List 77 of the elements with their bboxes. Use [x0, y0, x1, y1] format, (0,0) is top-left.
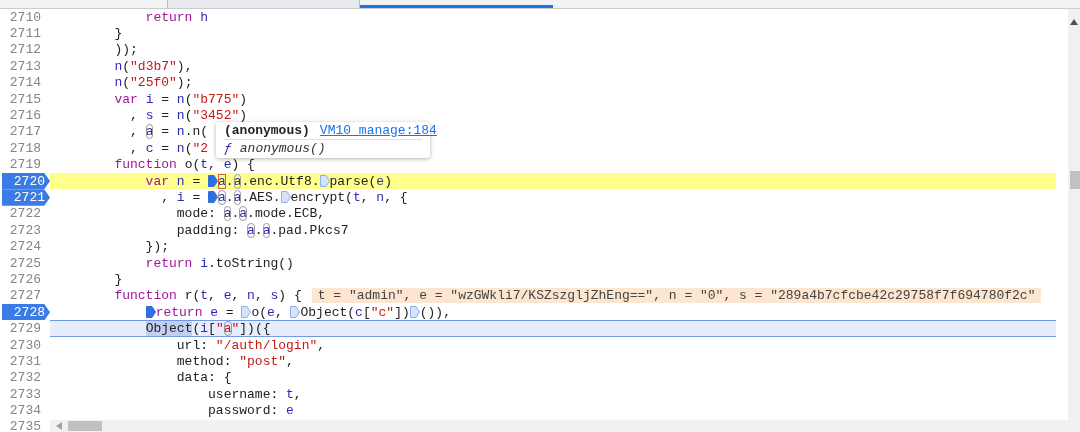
scroll-left-icon[interactable]: [56, 422, 62, 430]
code-text: , s = n("3452"): [129, 108, 248, 124]
code-text: return h: [144, 9, 209, 25]
inline-breakpoint-icon[interactable]: [208, 175, 219, 188]
code-text: , a = n.n(: [129, 124, 209, 140]
line-number[interactable]: 2735: [0, 418, 46, 432]
horizontal-scrollbar[interactable]: [50, 420, 1068, 432]
line-number[interactable]: 2719: [0, 156, 46, 173]
line-number[interactable]: 2733: [0, 386, 46, 403]
line-number[interactable]: 2711: [0, 25, 46, 42]
code-text: var i = n("b775"): [113, 91, 248, 107]
code-text: }: [113, 271, 123, 287]
code-text: , i =: [160, 190, 202, 205]
line-number[interactable]: 2714: [0, 74, 46, 91]
line-number[interactable]: 2723: [0, 222, 46, 239]
code-text: ()),: [419, 304, 451, 320]
code-text: var n =: [144, 173, 202, 189]
line-number[interactable]: 2718: [0, 140, 46, 157]
code-text: , c = n("2: [129, 140, 209, 156]
code-text: data: {: [175, 370, 232, 386]
line-number[interactable]: 2717: [0, 123, 46, 141]
code-text: Object(c["c"]): [300, 304, 410, 320]
scroll-thumb[interactable]: [68, 421, 102, 431]
inline-breakpoint-icon[interactable]: [241, 306, 252, 319]
code-text: password: e: [207, 403, 294, 419]
code-text: n("d3b7"),: [113, 58, 193, 74]
line-number[interactable]: 2732: [0, 369, 46, 386]
inline-values: t = "admin", e = "wzGWkli7/KSZszgljZhEng==", n = "0", s = "289a4b7cfcbe42c29758f7f694780f2c": [311, 288, 1042, 304]
code-text: ));: [113, 42, 138, 58]
inline-breakpoint-icon[interactable]: [290, 306, 301, 319]
line-number[interactable]: 2724: [0, 238, 46, 255]
code-text: url: "/auth/login",: [175, 337, 326, 353]
code-text: padding: a.a.pad.Pkcs7: [175, 222, 349, 238]
line-number[interactable]: 2713: [0, 58, 46, 75]
breakpoint-line-number[interactable]: 2721: [2, 189, 50, 206]
line-number[interactable]: 2725: [0, 254, 46, 272]
code-text: parse(e): [329, 173, 392, 189]
code-text: function o(t, e) {: [113, 157, 255, 173]
scroll-up-icon[interactable]: [1070, 19, 1078, 25]
line-number[interactable]: 2726: [0, 271, 46, 288]
inline-breakpoint-icon[interactable]: [319, 175, 330, 188]
line-number[interactable]: 2731: [0, 353, 46, 370]
breakpoint-line-number[interactable]: 2728: [2, 304, 50, 321]
code-text: n("25f0");: [113, 75, 193, 91]
inline-breakpoint-icon[interactable]: [280, 191, 291, 204]
line-number[interactable]: 2712: [0, 41, 46, 59]
code-text: a.a.enc.Utf8.: [218, 173, 320, 189]
line-number[interactable]: 2710: [0, 9, 46, 26]
scroll-thumb[interactable]: [1070, 171, 1080, 189]
function-glyph: ƒ: [224, 141, 232, 157]
line-number[interactable]: 2729: [0, 320, 46, 337]
line-number[interactable]: 2715: [0, 90, 46, 108]
code-text: encrypt(t, n, {: [290, 190, 408, 205]
line-number[interactable]: 2734: [0, 402, 46, 419]
code-text: o(e,: [251, 304, 284, 320]
code-text: username: t,: [207, 386, 302, 402]
source-link[interactable]: VM10 manage:184: [319, 123, 437, 139]
code-text: return i.toString(): [144, 255, 294, 271]
inline-breakpoint-icon[interactable]: [208, 191, 219, 204]
line-number[interactable]: 2716: [0, 107, 46, 124]
code-text: return e =: [155, 304, 235, 320]
line-number[interactable]: 2730: [0, 336, 46, 354]
line-number[interactable]: 2727: [0, 287, 46, 305]
code-text: }: [113, 26, 123, 42]
function-name: (anonymous): [224, 123, 310, 139]
code-text: method: "post",: [175, 353, 294, 369]
vertical-scrollbar[interactable]: [1068, 9, 1080, 432]
code-text: function r(t, e, n, s) {: [113, 288, 302, 304]
code-text: Object(i["a"])({: [144, 321, 271, 337]
inline-breakpoint-icon[interactable]: [409, 306, 420, 319]
inline-breakpoint-icon[interactable]: [145, 306, 156, 319]
code-text: a.a.AES.: [218, 190, 281, 205]
line-number[interactable]: 2722: [0, 205, 46, 223]
breakpoint-line-number[interactable]: 2720: [2, 172, 50, 190]
code-text: });: [144, 239, 170, 255]
function-signature: anonymous(): [239, 141, 326, 157]
code-text: mode: a.a.mode.ECB,: [175, 206, 326, 222]
